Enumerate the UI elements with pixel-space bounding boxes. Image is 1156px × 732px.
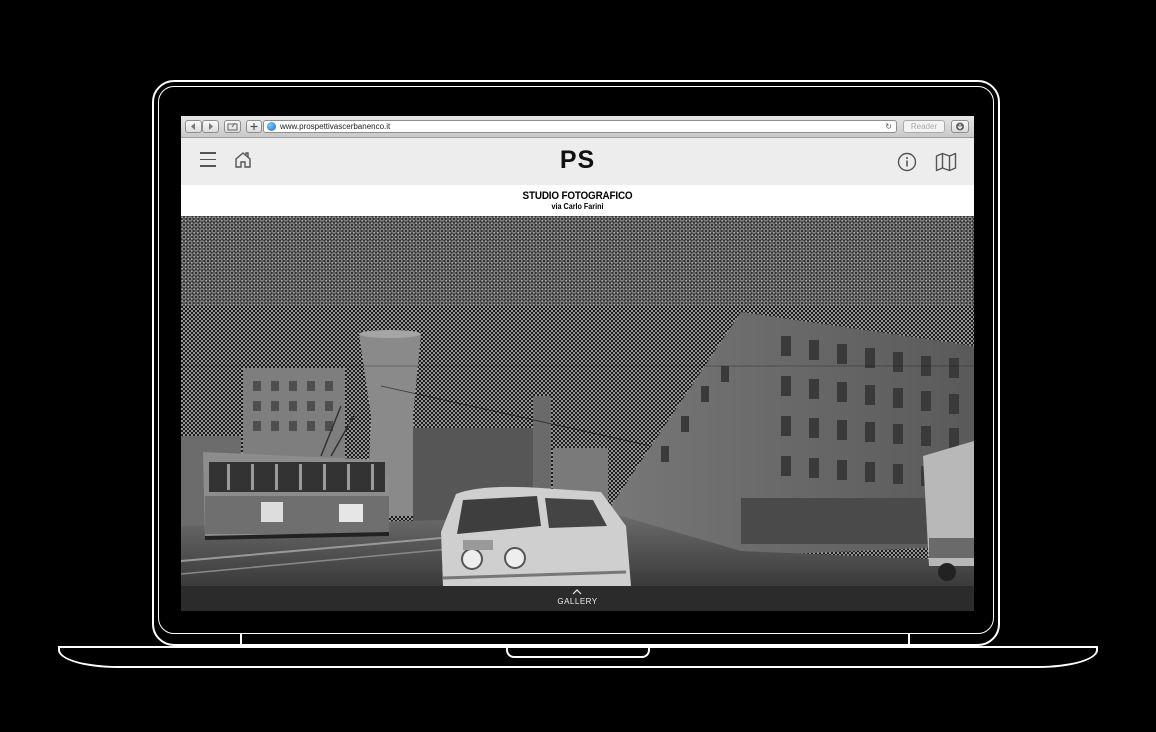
site-logo[interactable]: PS [181, 146, 974, 175]
back-button[interactable] [185, 120, 202, 133]
gallery-toggle[interactable]: GALLERY [181, 586, 974, 611]
download-button[interactable] [951, 120, 969, 133]
chevron-up-icon [572, 589, 582, 595]
map-icon[interactable] [935, 152, 957, 172]
street-photo-illustration [181, 216, 974, 586]
location-header: STUDIO FOTOGRAFICO via Carlo Farini [181, 185, 974, 216]
location-subtitle: via Carlo Farini [551, 202, 604, 211]
reader-button[interactable]: Reader [903, 120, 945, 133]
add-bookmark-button[interactable] [246, 120, 262, 133]
share-icon [227, 122, 238, 131]
forward-button[interactable] [202, 120, 219, 133]
location-title: STUDIO FOTOGRAFICO [522, 190, 633, 202]
download-icon [956, 122, 964, 131]
address-url: www.prospettivascerbanenco.it [280, 122, 391, 131]
globe-icon [267, 122, 276, 131]
street-photo [181, 216, 974, 586]
laptop-screen: www.prospettivascerbanenco.it ↻ Reader P… [181, 116, 974, 611]
laptop-notch [506, 648, 650, 658]
browser-toolbar: www.prospettivascerbanenco.it ↻ Reader [181, 116, 974, 138]
site-header: PS [181, 138, 974, 185]
share-button[interactable] [224, 120, 241, 133]
gallery-label: GALLERY [557, 597, 598, 606]
info-icon[interactable] [897, 152, 917, 172]
chevron-left-icon [191, 123, 195, 130]
chevron-right-icon [209, 123, 213, 130]
plus-icon [250, 123, 258, 130]
address-bar[interactable]: www.prospettivascerbanenco.it ↻ [263, 120, 897, 133]
reload-icon[interactable]: ↻ [885, 121, 892, 132]
